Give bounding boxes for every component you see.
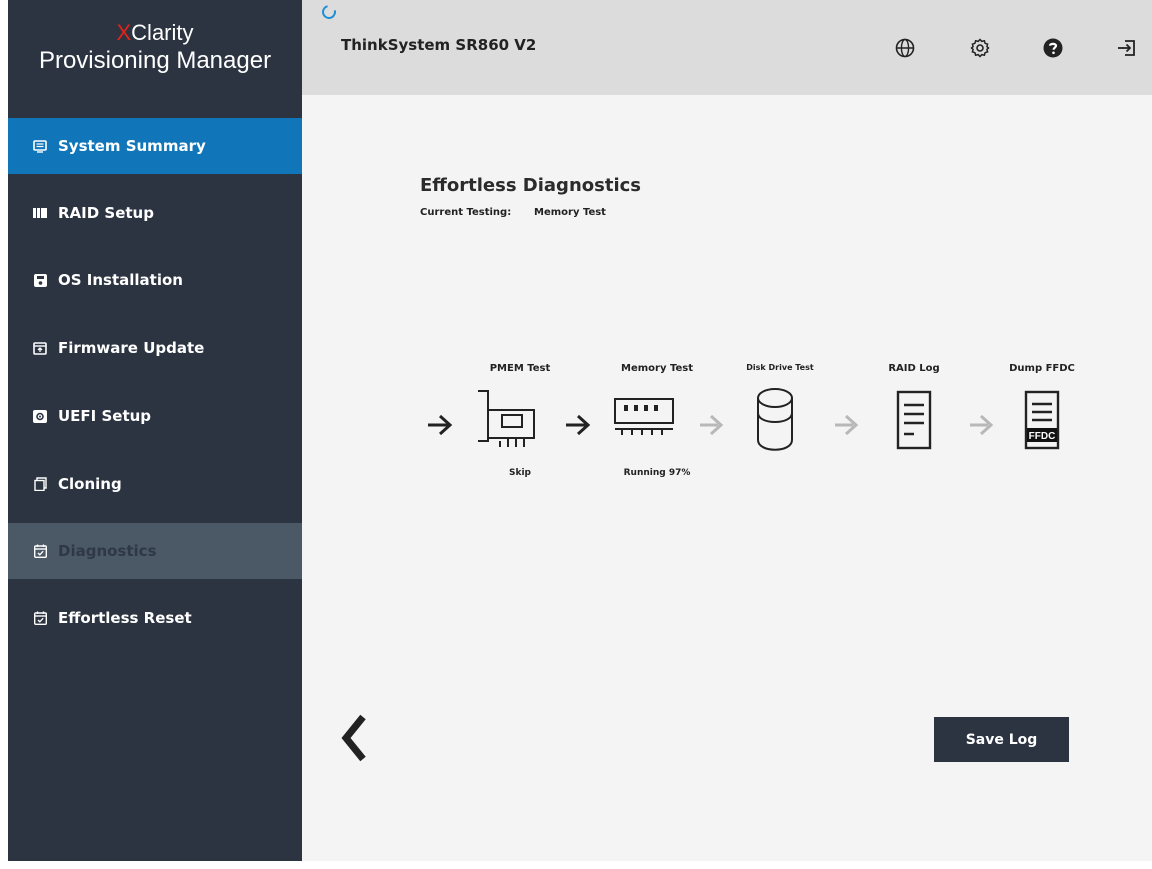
sidebar: XClarity Provisioning Manager System Sum… <box>8 0 302 861</box>
disk-drive-icon <box>757 388 793 451</box>
sidebar-item-uefi-setup[interactable]: UEFI Setup <box>8 388 302 444</box>
monitor-icon <box>32 138 48 154</box>
sidebar-item-label: Cloning <box>58 475 122 493</box>
sidebar-item-label: RAID Setup <box>58 204 154 222</box>
uefi-icon <box>32 408 48 424</box>
sidebar-item-firmware-update[interactable]: Firmware Update <box>8 320 302 376</box>
raid-icon <box>32 205 48 221</box>
save-log-button[interactable]: Save Log <box>934 717 1069 762</box>
brand-x: X <box>116 20 132 45</box>
loading-spinner-icon <box>319 2 339 22</box>
sidebar-item-effortless-reset[interactable]: Effortless Reset <box>8 590 302 646</box>
brand-name: Clarity <box>131 20 194 45</box>
clone-icon <box>32 476 48 492</box>
sidebar-item-cloning[interactable]: Cloning <box>8 456 302 512</box>
flow-arrow-icon <box>428 414 453 436</box>
flow-arrow-icon <box>835 414 859 436</box>
flow-arrow-icon <box>970 414 994 436</box>
logout-icon[interactable] <box>1115 37 1137 59</box>
sidebar-item-os-installation[interactable]: OS Installation <box>8 252 302 308</box>
memory-module-icon <box>614 398 674 435</box>
help-icon[interactable] <box>1042 37 1064 59</box>
sidebar-item-label: OS Installation <box>58 271 183 289</box>
globe-icon[interactable] <box>894 37 916 59</box>
sidebar-item-label: Effortless Reset <box>58 609 192 627</box>
sidebar-item-label: Firmware Update <box>58 339 205 357</box>
firmware-icon <box>32 340 48 356</box>
brand-subtitle: Provisioning Manager <box>38 47 272 74</box>
sidebar-item-diagnostics[interactable]: Diagnostics <box>8 523 302 579</box>
ffdc-badge-text: FFDC <box>1029 431 1056 442</box>
back-button[interactable] <box>338 713 368 763</box>
top-header: ThinkSystem SR860 V2 <box>302 0 1152 95</box>
system-model-title: ThinkSystem SR860 V2 <box>341 36 537 54</box>
diagnostics-flow: FFDC <box>428 388 1060 451</box>
sidebar-item-label: Diagnostics <box>58 542 157 560</box>
main-content: Effortless Diagnostics Current Testing: … <box>302 95 1152 861</box>
flow-arrow-icon <box>700 414 724 436</box>
brand-logo: XClarity Provisioning Manager <box>8 20 302 76</box>
flow-arrow-icon <box>566 414 591 436</box>
sidebar-item-system-summary[interactable]: System Summary <box>8 118 302 174</box>
sidebar-item-label: UEFI Setup <box>58 407 152 425</box>
sidebar-item-label: System Summary <box>58 137 206 155</box>
calendar-check-icon <box>32 610 48 626</box>
settings-icon[interactable] <box>969 37 991 59</box>
calendar-check-icon <box>32 543 48 559</box>
sidebar-item-raid-setup[interactable]: RAID Setup <box>8 185 302 241</box>
pmem-card-icon <box>478 390 535 447</box>
document-icon <box>896 390 932 450</box>
disk-icon <box>32 272 48 288</box>
